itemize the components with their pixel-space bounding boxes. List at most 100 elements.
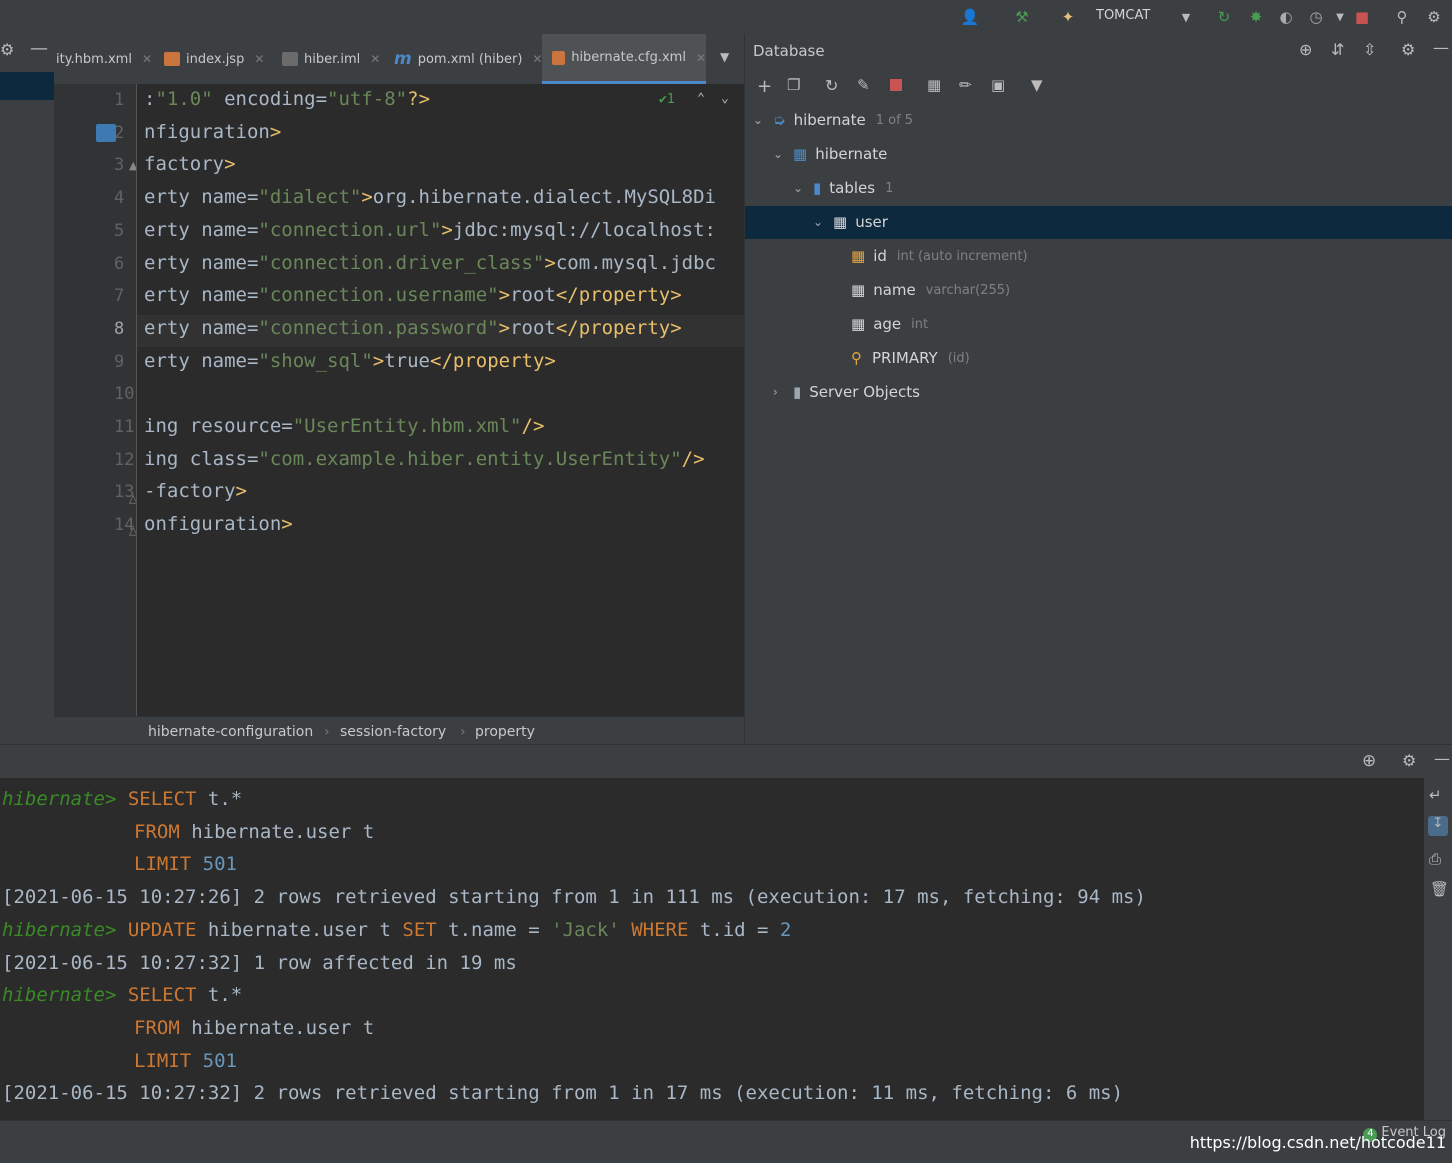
tree-schema[interactable]: ⌄ ▦ hibernate bbox=[773, 138, 887, 170]
folder-icon: ▮ bbox=[813, 179, 822, 197]
chevron-down-icon[interactable]: ⌄ bbox=[721, 91, 729, 106]
table-view-icon[interactable]: ▦ bbox=[927, 76, 941, 94]
console-line: hibernate> SELECT t.* bbox=[2, 788, 243, 810]
build-hammer-icon[interactable]: ⚒ bbox=[1010, 5, 1034, 29]
tab-hibernate-cfg-xml[interactable]: hibernate.cfg.xml ✕ bbox=[542, 34, 706, 84]
database-toolbar: + ❐ ↻ ✎ ▦ ✏ ▣ ▼ bbox=[745, 70, 1452, 104]
code-line: nfiguration> bbox=[144, 120, 282, 143]
code-line: erty name="connection.url">jdbc:mysql://… bbox=[144, 218, 716, 241]
console-icon[interactable]: ▣ bbox=[991, 76, 1005, 94]
console-log: [2021-06-15 10:27:32] 2 rows retrieved s… bbox=[2, 1082, 1124, 1104]
rerun-icon[interactable]: ↻ bbox=[1212, 5, 1236, 29]
breadcrumb-item[interactable]: property bbox=[475, 724, 535, 740]
debug-bug-icon[interactable]: ✸ bbox=[1244, 5, 1268, 29]
close-icon[interactable]: ✕ bbox=[370, 52, 380, 66]
soft-wrap-icon[interactable]: ↵ bbox=[1429, 786, 1442, 804]
scroll-to-end-icon[interactable]: ↧ bbox=[1428, 816, 1448, 836]
close-icon[interactable]: ✕ bbox=[532, 52, 542, 66]
gear-icon[interactable]: ⚙ bbox=[1402, 751, 1416, 770]
tree-primary-key[interactable]: ⚲ PRIMARY (id) bbox=[851, 342, 970, 374]
iml-file-icon bbox=[282, 52, 298, 66]
console-line: LIMIT 501 bbox=[134, 853, 237, 875]
breadcrumb: hibernate-configuration › session-factor… bbox=[54, 716, 744, 745]
user-icon[interactable]: 👤 bbox=[958, 5, 982, 29]
expand-all-icon[interactable]: ⇵ bbox=[1331, 40, 1344, 59]
minimize-icon[interactable]: — bbox=[1433, 38, 1449, 57]
settings-gear-icon[interactable]: ⚙ bbox=[1422, 5, 1446, 29]
copy-icon[interactable]: ❐ bbox=[787, 76, 800, 94]
table-icon: ▦ bbox=[833, 213, 848, 231]
close-icon[interactable]: ✕ bbox=[142, 52, 152, 66]
edit-icon[interactable]: ✏ bbox=[959, 76, 972, 94]
tree-server-objects[interactable]: › ▮ Server Objects bbox=[773, 376, 920, 408]
schema-icon: ▦ bbox=[793, 145, 808, 163]
stop-icon[interactable]: ■ bbox=[1350, 5, 1374, 29]
coverage-icon[interactable]: ◐ bbox=[1274, 5, 1298, 29]
chevron-down-icon: ⌄ bbox=[753, 113, 764, 127]
main-toolbar: 👤 ⚒ ✦ TOMCAT ▼ ↻ ✸ ◐ ◷ ▼ ■ ⚲ ⚙ bbox=[0, 0, 1452, 35]
hibernate-config-icon[interactable] bbox=[96, 124, 116, 142]
tab-index-jsp[interactable]: index.jsp ✕ bbox=[164, 34, 264, 84]
chevron-right-icon: › bbox=[773, 385, 778, 399]
code-line: ing class="com.example.hiber.entity.User… bbox=[144, 447, 705, 470]
close-icon[interactable]: ✕ bbox=[696, 51, 706, 65]
tree-table-user[interactable]: ⌄ ▦ user bbox=[813, 206, 888, 238]
trash-icon[interactable]: 🗑 bbox=[1430, 880, 1449, 898]
code-line: -factory> bbox=[144, 480, 247, 503]
tomcat-icon: ✦ bbox=[1061, 8, 1075, 26]
print-icon[interactable]: ⎙ bbox=[1429, 850, 1441, 868]
console-line: FROM hibernate.user t bbox=[134, 821, 375, 843]
console-log: [2021-06-15 10:27:32] 1 row affected in … bbox=[2, 952, 517, 974]
tree-tables-folder[interactable]: ⌄ ▮ tables 1 bbox=[793, 172, 893, 204]
add-icon[interactable]: + bbox=[757, 76, 772, 97]
chevron-up-icon[interactable]: ⌃ bbox=[697, 91, 705, 106]
query-console-output[interactable]: hibernate> SELECT t.* FROM hibernate.use… bbox=[0, 778, 1424, 1120]
code-line: erty name="connection.driver_class">com.… bbox=[144, 251, 716, 274]
tabs-overflow-chevron-icon[interactable]: ▼ bbox=[720, 50, 729, 64]
chevron-down-icon[interactable]: ▼ bbox=[1174, 5, 1198, 29]
column-icon: ▦ bbox=[851, 281, 866, 299]
tab-userentity-hbm[interactable]: ity.hbm.xml ✕ bbox=[56, 34, 152, 84]
profiler-icon[interactable]: ◷ bbox=[1304, 5, 1328, 29]
target-icon[interactable]: ⊕ bbox=[1299, 40, 1312, 59]
breadcrumb-item[interactable]: hibernate-configuration bbox=[148, 724, 313, 740]
tab-hiber-iml[interactable]: hiber.iml ✕ bbox=[282, 34, 380, 84]
code-line: erty name="connection.username">root</pr… bbox=[144, 284, 682, 307]
tab-pom-xml[interactable]: m pom.xml (hiber) ✕ bbox=[394, 34, 542, 84]
inspection-ok-icon[interactable]: ✔1 bbox=[659, 92, 675, 107]
maven-icon: m bbox=[394, 49, 412, 69]
filter-icon[interactable]: ▼ bbox=[1031, 76, 1043, 94]
minimize-icon[interactable]: — bbox=[1434, 749, 1450, 768]
selected-project-item[interactable] bbox=[0, 72, 54, 100]
panel-title: Database bbox=[753, 42, 825, 60]
collapse-all-icon[interactable]: ⇳ bbox=[1363, 40, 1376, 59]
code-line: ing resource="UserEntity.hbm.xml"/> bbox=[144, 415, 545, 437]
tree-column[interactable]: ▦ age int bbox=[851, 308, 928, 340]
close-icon[interactable]: ✕ bbox=[254, 52, 264, 66]
console-toolbar: ⊕ ⚙ — bbox=[0, 744, 1452, 779]
search-icon[interactable]: ⚲ bbox=[1390, 5, 1414, 29]
gear-icon[interactable]: ⚙ bbox=[1401, 40, 1415, 59]
mysql-icon: ➭ bbox=[773, 111, 786, 129]
tree-column[interactable]: ▦ id int (auto increment) bbox=[851, 240, 1028, 272]
schema-edit-icon[interactable]: ✎ bbox=[857, 76, 870, 94]
code-line: erty name="show_sql">true</property> bbox=[144, 349, 556, 372]
chevron-down-icon: ⌄ bbox=[793, 181, 804, 195]
more-run-icon[interactable]: ▼ bbox=[1328, 5, 1352, 29]
target-icon[interactable]: ⊕ bbox=[1362, 751, 1376, 771]
chevron-down-icon: ⌄ bbox=[813, 215, 824, 229]
minimize-icon[interactable]: — bbox=[30, 38, 48, 59]
refresh-icon[interactable]: ↻ bbox=[825, 76, 838, 95]
breadcrumb-item[interactable]: session-factory bbox=[340, 724, 446, 740]
console-line: LIMIT 501 bbox=[134, 1050, 237, 1072]
code-line: :"1.0" encoding="utf-8"?> bbox=[144, 88, 431, 110]
breadcrumb-separator: › bbox=[324, 724, 330, 740]
code-editor[interactable]: ✔1 ⌃ ⌄ :"1.0" encoding="utf-8"?> nfigurat… bbox=[137, 84, 744, 716]
tree-column[interactable]: ▦ name varchar(255) bbox=[851, 274, 1010, 306]
tree-datasource[interactable]: ⌄ ➭ hibernate 1 of 5 bbox=[753, 104, 913, 136]
run-config-selector[interactable]: TOMCAT bbox=[1096, 8, 1150, 23]
gear-icon[interactable]: ⚙ bbox=[0, 40, 14, 59]
console-line: hibernate> SELECT t.* bbox=[2, 984, 243, 1006]
console-log: [2021-06-15 10:27:26] 2 rows retrieved s… bbox=[2, 886, 1146, 908]
stop-icon[interactable] bbox=[890, 79, 902, 91]
